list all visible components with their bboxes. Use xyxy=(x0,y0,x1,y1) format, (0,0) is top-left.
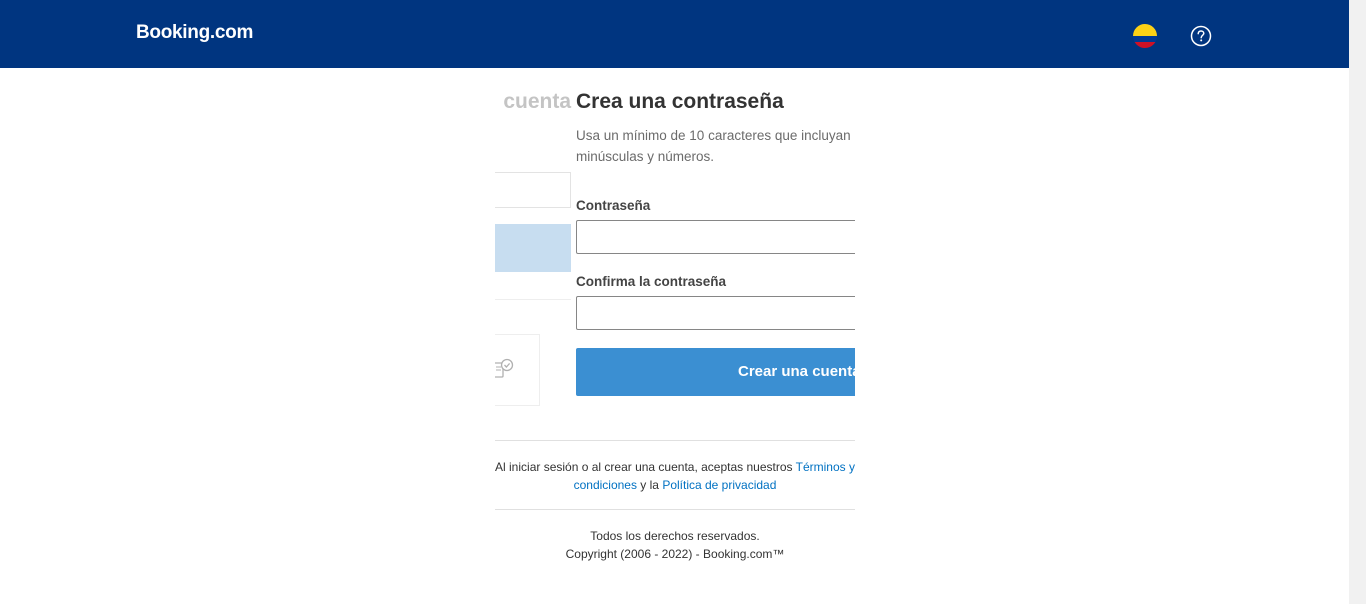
previous-step-card xyxy=(495,334,540,406)
previous-step-title: cuenta xyxy=(503,90,571,113)
terms-prefix: Al iniciar sesión o al crear una cuenta,… xyxy=(495,460,796,474)
device-check-icon xyxy=(495,358,514,378)
create-account-button[interactable]: Crear una cuenta xyxy=(576,348,855,396)
help-circle-icon[interactable] xyxy=(1190,25,1212,47)
previous-step-button xyxy=(495,224,571,272)
top-header: Booking.com xyxy=(0,0,1349,68)
create-account-button-label: Crear una cuenta xyxy=(738,363,855,380)
rights-text: Todos los derechos reservados. xyxy=(590,529,760,543)
page-scrollbar[interactable] xyxy=(1349,0,1366,604)
copyright-text: Copyright (2006 - 2022) - Booking.com™ xyxy=(565,547,785,561)
confirm-password-label: Confirma la contraseña xyxy=(576,274,727,289)
confirm-password-input[interactable] xyxy=(576,296,855,330)
footer: Todos los derechos reservados. Copyright… xyxy=(495,527,855,563)
booking-logo[interactable]: Booking.com xyxy=(136,22,253,44)
password-requirements: Usa un mínimo de 10 caracteres que inclu… xyxy=(576,128,851,164)
divider xyxy=(495,509,855,510)
previous-step-input xyxy=(495,172,571,208)
privacy-link[interactable]: Política de privacidad xyxy=(662,478,776,492)
terms-notice: Al iniciar sesión o al crear una cuenta,… xyxy=(495,458,855,494)
password-label: Contraseña xyxy=(576,198,651,213)
password-input[interactable] xyxy=(576,220,855,254)
previous-step-divider xyxy=(495,299,571,300)
form-viewport: cuenta Crea una contraseña Usa un mínimo… xyxy=(495,68,855,440)
colombia-flag-icon[interactable] xyxy=(1133,24,1157,48)
divider xyxy=(495,440,855,441)
terms-middle: y la xyxy=(636,478,663,492)
page-title: Crea una contraseña xyxy=(576,90,784,113)
